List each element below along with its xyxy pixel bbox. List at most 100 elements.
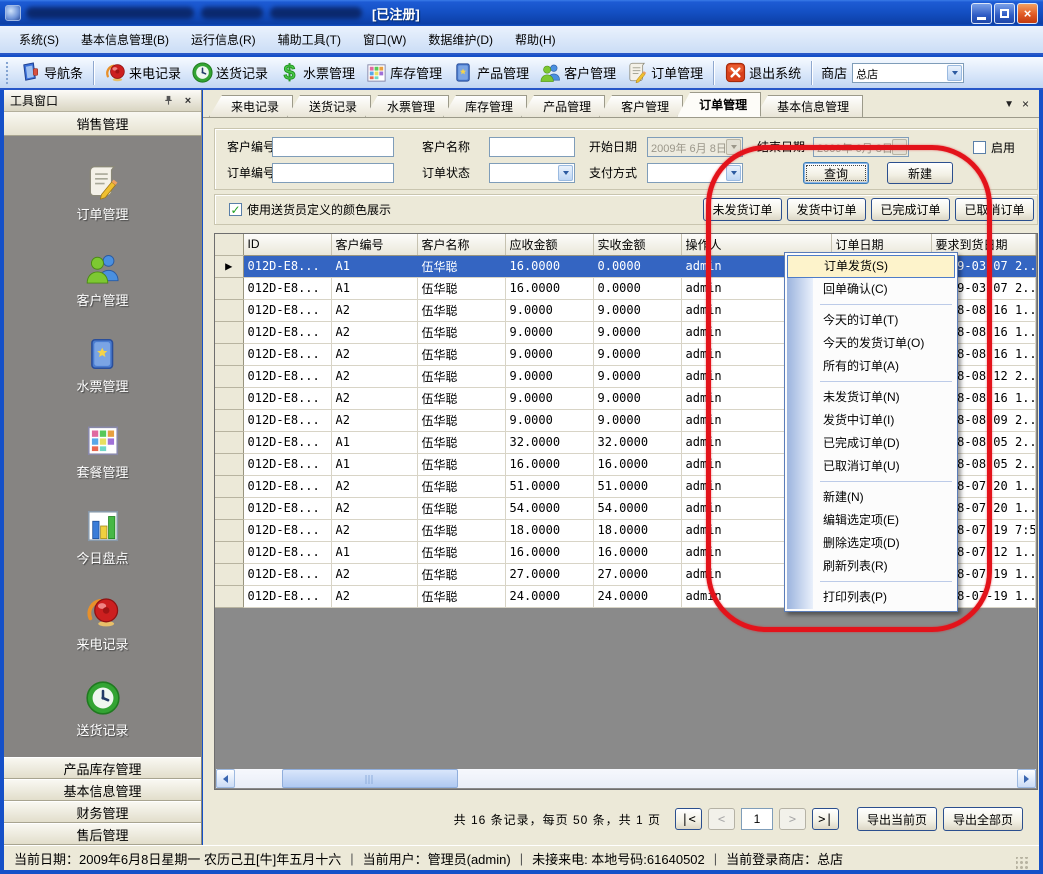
context-menu-item[interactable]: 回单确认(C) [787, 278, 955, 301]
toolbar-button-inventory[interactable]: 库存管理 [360, 58, 447, 87]
tab-库存管理[interactable]: 库存管理 [443, 95, 527, 117]
column-header[interactable]: 客户名称 [417, 234, 505, 255]
start-date-picker[interactable]: 2009年 6月 8日 [647, 137, 743, 157]
order-status-arrow-icon[interactable] [558, 165, 573, 181]
context-menu-item[interactable]: 已取消订单(U) [787, 455, 955, 478]
tab-基本信息管理[interactable]: 基本信息管理 [755, 95, 863, 117]
tab-水票管理[interactable]: 水票管理 [365, 95, 449, 117]
sidebar-item-送货记录[interactable]: 送货记录 [4, 666, 201, 752]
row-selector-cell[interactable] [215, 343, 243, 365]
row-selector-cell[interactable] [215, 519, 243, 541]
sidebar-section-基本信息管理[interactable]: 基本信息管理 [4, 779, 201, 801]
column-header[interactable]: ID [243, 234, 331, 255]
menu-item[interactable]: 辅助工具(T) [267, 27, 352, 52]
shop-select-arrow-icon[interactable] [947, 65, 962, 81]
context-menu-item[interactable]: 所有的订单(A) [787, 355, 955, 378]
scroll-left-icon[interactable] [216, 769, 235, 788]
row-selector-cell[interactable] [215, 321, 243, 343]
tab-list-dropdown-icon[interactable]: ▼ [1004, 99, 1014, 110]
toolbar-grip[interactable] [5, 61, 10, 85]
sidebar-item-水票管理[interactable]: 水票管理 [4, 322, 201, 408]
maximize-button[interactable] [994, 3, 1015, 24]
menu-item[interactable]: 数据维护(D) [417, 27, 504, 52]
row-selector-cell[interactable] [215, 497, 243, 519]
query-button[interactable]: 查询 [803, 162, 869, 184]
close-button[interactable]: × [1017, 3, 1038, 24]
order-status-select[interactable] [489, 163, 575, 183]
context-menu-item[interactable]: 发货中订单(I) [787, 409, 955, 432]
column-header[interactable]: 实收金额 [593, 234, 681, 255]
menu-item[interactable]: 运行信息(R) [180, 27, 267, 52]
row-selector-cell[interactable] [215, 475, 243, 497]
order-status-filter-button[interactable]: 未发货订单 [703, 198, 782, 221]
shop-select[interactable]: 总店 [852, 63, 964, 83]
export-all-pages-button[interactable]: 导出全部页 [943, 807, 1023, 831]
pin-icon[interactable] [161, 94, 175, 108]
toolbar-button-delivery-record[interactable]: 送货记录 [186, 58, 273, 87]
order-status-filter-button[interactable]: 发货中订单 [787, 198, 866, 221]
scrollbar-thumb[interactable] [282, 769, 458, 788]
sidebar-item-客户管理[interactable]: 客户管理 [4, 236, 201, 322]
context-menu-item[interactable]: 删除选定项(D) [787, 532, 955, 555]
context-menu-item[interactable]: 已完成订单(D) [787, 432, 955, 455]
row-selector-cell[interactable] [215, 277, 243, 299]
menu-item[interactable]: 系统(S) [8, 27, 70, 52]
order-status-filter-button[interactable]: 已完成订单 [871, 198, 950, 221]
row-selector-cell[interactable] [215, 409, 243, 431]
tab-close-icon[interactable]: × [1022, 97, 1029, 111]
scroll-right-icon[interactable] [1017, 769, 1036, 788]
sidebar-section-sales[interactable]: 销售管理 [4, 112, 201, 136]
customer-no-input[interactable] [272, 137, 394, 157]
toolbar-button-product[interactable]: 产品管理 [447, 58, 534, 87]
resize-grip[interactable] [1016, 857, 1029, 870]
tab-客户管理[interactable]: 客户管理 [599, 95, 683, 117]
sidebar-item-订单管理[interactable]: 订单管理 [4, 150, 201, 236]
row-selector-cell[interactable] [215, 431, 243, 453]
end-date-arrow-icon[interactable] [892, 139, 907, 155]
pay-method-select[interactable] [647, 163, 743, 183]
last-page-button[interactable]: >| [812, 808, 839, 830]
tab-来电记录[interactable]: 来电记录 [209, 95, 293, 117]
order-status-filter-button[interactable]: 已取消订单 [955, 198, 1034, 221]
menu-item[interactable]: 窗口(W) [352, 27, 417, 52]
context-menu-item[interactable]: 编辑选定项(E) [787, 509, 955, 532]
sidebar-item-套餐管理[interactable]: 套餐管理 [4, 408, 201, 494]
context-menu-item[interactable]: 今天的订单(T) [787, 309, 955, 332]
tab-送货记录[interactable]: 送货记录 [287, 95, 371, 117]
row-selector-cell[interactable] [215, 585, 243, 607]
toolbar-button-order[interactable]: 订单管理 [621, 58, 708, 87]
menu-item[interactable]: 基本信息管理(B) [70, 27, 180, 52]
sidebar-item-来电记录[interactable]: 来电记录 [4, 580, 201, 666]
new-button[interactable]: 新建 [887, 162, 953, 184]
column-header[interactable]: 应收金额 [505, 234, 593, 255]
tab-产品管理[interactable]: 产品管理 [521, 95, 605, 117]
delivery-color-checkbox[interactable]: ✓ [229, 203, 242, 216]
row-selector-cell[interactable] [215, 365, 243, 387]
first-page-button[interactable]: |< [675, 808, 702, 830]
sidebar-section-售后管理[interactable]: 售后管理 [4, 823, 201, 845]
context-menu-item[interactable]: 今天的发货订单(O) [787, 332, 955, 355]
enable-checkbox[interactable] [973, 141, 986, 154]
row-selector-cell[interactable] [215, 541, 243, 563]
row-selector-cell[interactable]: ▶ [215, 255, 243, 277]
context-menu-item[interactable]: 打印列表(P) [787, 586, 955, 609]
row-selector-header[interactable] [215, 234, 243, 255]
toolbar-button-exit[interactable]: 退出系统 [719, 58, 806, 87]
row-selector-cell[interactable] [215, 453, 243, 475]
horizontal-scrollbar[interactable] [216, 769, 1036, 788]
pay-method-arrow-icon[interactable] [726, 165, 741, 181]
sidebar-section-产品库存管理[interactable]: 产品库存管理 [4, 757, 201, 779]
sidebar-section-财务管理[interactable]: 财务管理 [4, 801, 201, 823]
context-menu-item[interactable]: 刷新列表(R) [787, 555, 955, 578]
order-no-input[interactable] [272, 163, 394, 183]
toolbar-button-water-ticket[interactable]: $水票管理 [273, 58, 360, 87]
minimize-button[interactable] [971, 3, 992, 24]
context-menu-item[interactable]: 未发货订单(N) [787, 386, 955, 409]
end-date-picker[interactable]: 2009年 6月 8日 [813, 137, 909, 157]
toolbar-button-customer[interactable]: 客户管理 [534, 58, 621, 87]
sidebar-item-今日盘点[interactable]: 今日盘点 [4, 494, 201, 580]
tool-window-close-icon[interactable]: × [181, 94, 195, 108]
context-menu-item[interactable]: 新建(N) [787, 486, 955, 509]
prev-page-button[interactable]: < [708, 808, 735, 830]
tab-订单管理[interactable]: 订单管理 [677, 92, 761, 117]
